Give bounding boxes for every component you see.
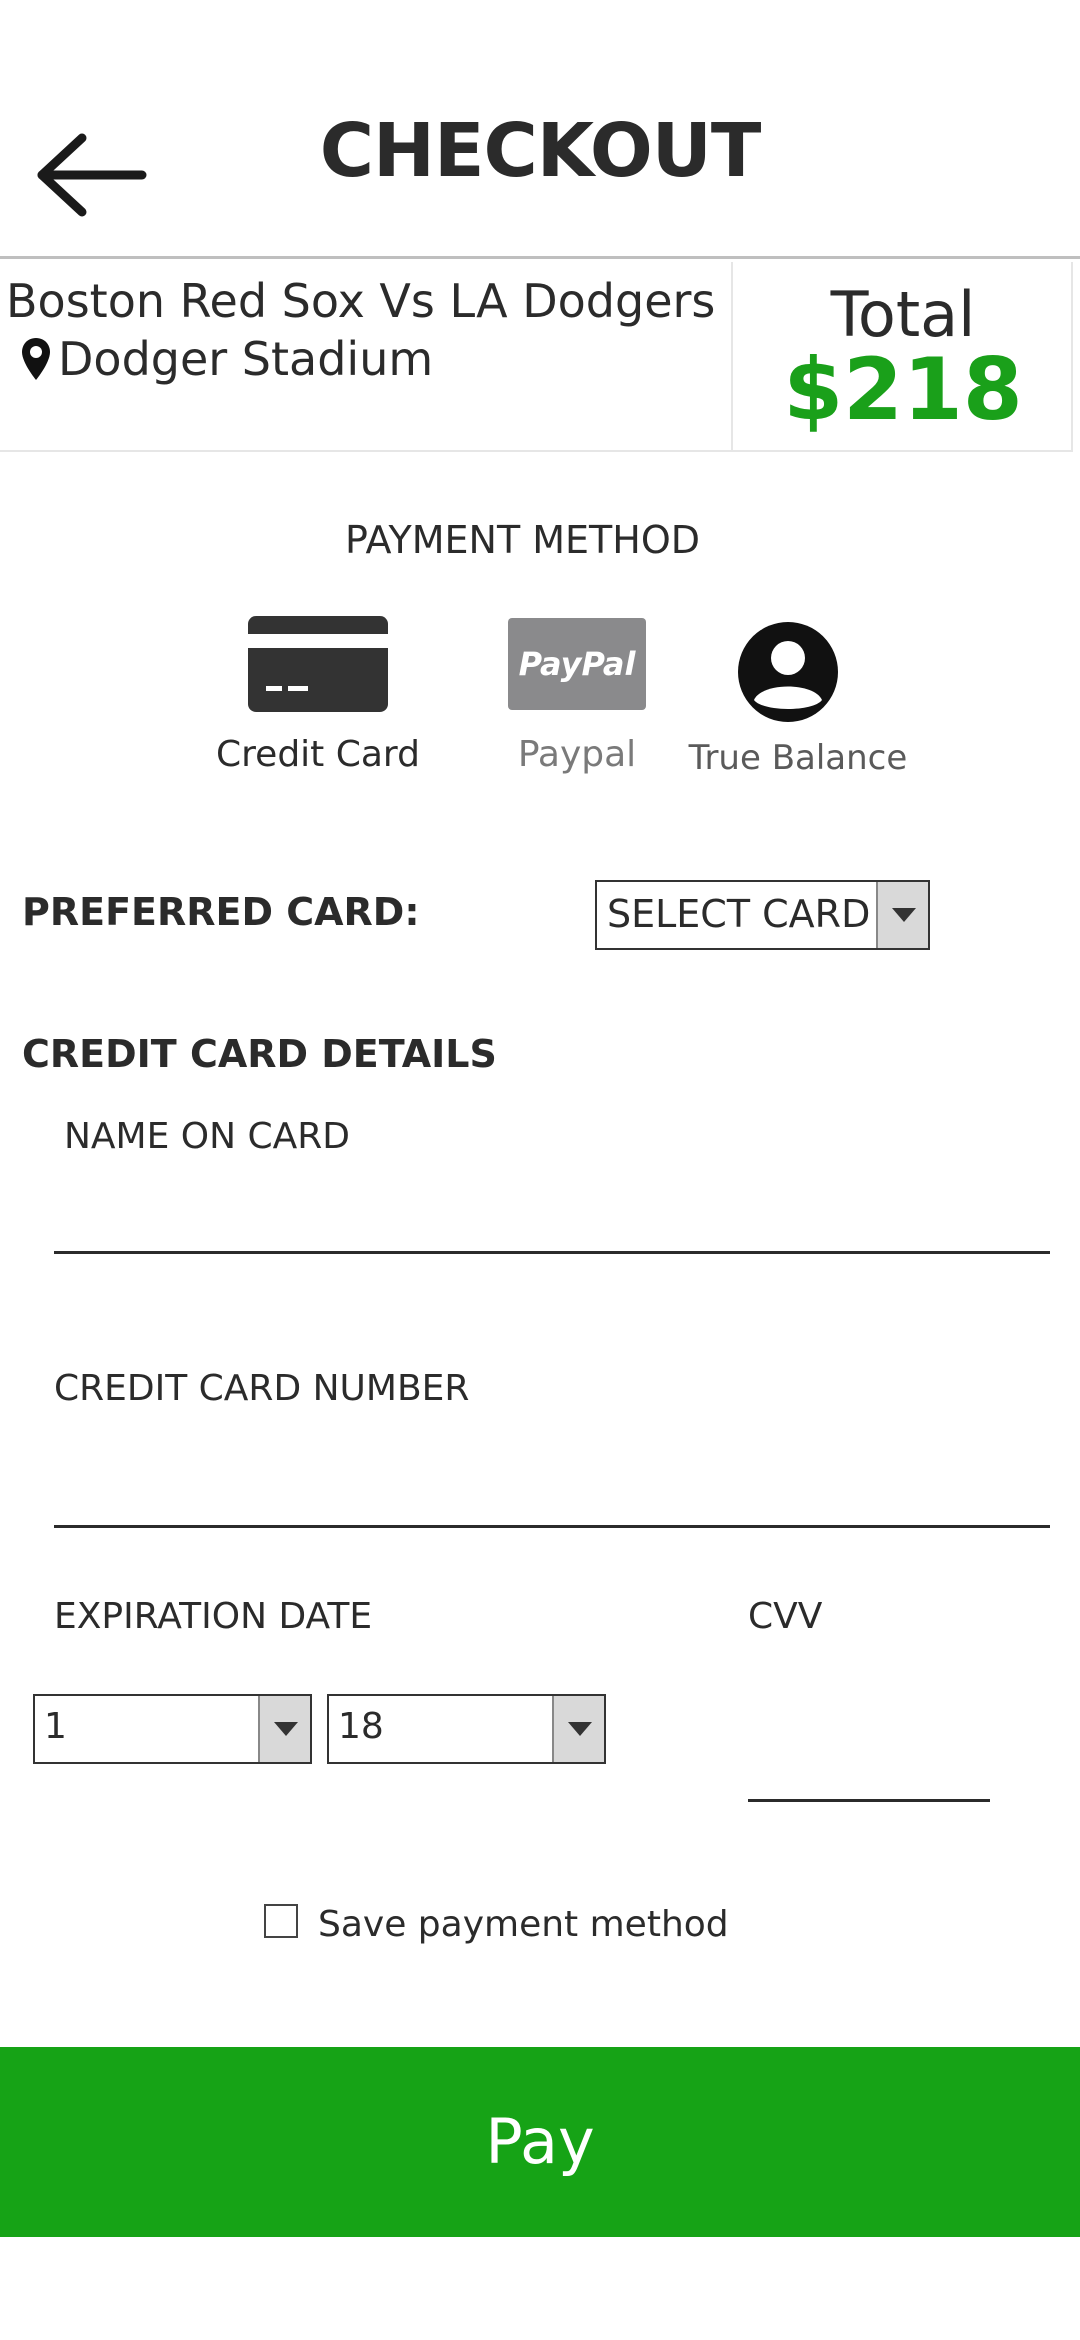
cvv-label: CVV xyxy=(748,1596,823,1637)
chevron-down-icon[interactable] xyxy=(258,1696,310,1762)
save-payment-label[interactable]: Save payment method xyxy=(318,1904,729,1945)
location-pin-icon xyxy=(22,338,50,380)
name-on-card-field[interactable] xyxy=(54,1180,1050,1254)
cvv-field[interactable] xyxy=(748,1720,990,1802)
select-card-value: SELECT CARD xyxy=(607,892,871,936)
credit-card-details-title: CREDIT CARD DETAILS xyxy=(22,1032,497,1076)
save-payment-checkbox[interactable] xyxy=(264,1904,298,1938)
preferred-card-label: PREFERRED CARD: xyxy=(22,890,420,934)
pay-button[interactable]: Pay xyxy=(0,2047,1080,2237)
name-on-card-label: NAME ON CARD xyxy=(64,1116,351,1157)
page-title: CHECKOUT xyxy=(319,108,762,194)
header-divider xyxy=(0,256,1080,259)
expiration-year-value: 18 xyxy=(338,1706,384,1747)
expiration-date-label: EXPIRATION DATE xyxy=(54,1596,373,1637)
expiration-month-value: 1 xyxy=(44,1706,67,1747)
payment-option-paypal[interactable]: Paypal xyxy=(480,734,674,775)
paypal-logo-icon[interactable]: PayPal xyxy=(508,618,646,710)
total-amount: $218 xyxy=(783,340,1023,440)
event-title: Boston Red Sox Vs LA Dodgers xyxy=(6,274,716,328)
event-venue: Dodger Stadium xyxy=(58,332,434,386)
chevron-down-icon[interactable] xyxy=(876,882,928,948)
payment-option-true-balance[interactable]: True Balance xyxy=(680,738,916,778)
credit-card-number-field[interactable] xyxy=(54,1452,1050,1528)
credit-card-number-label: CREDIT CARD NUMBER xyxy=(54,1368,470,1409)
chevron-down-icon[interactable] xyxy=(552,1696,604,1762)
payment-option-credit-card[interactable]: Credit Card xyxy=(200,734,436,775)
credit-card-icon[interactable] xyxy=(248,616,388,712)
payment-method-title: PAYMENT METHOD xyxy=(344,518,700,562)
account-circle-icon[interactable] xyxy=(728,620,848,724)
